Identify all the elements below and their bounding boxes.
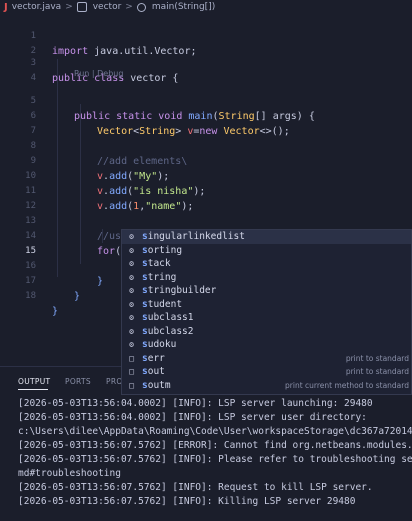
code-line: 8 //add elements\ [0, 124, 412, 167]
class-icon: ⚙ [129, 259, 134, 268]
class-icon: ⚙ [129, 272, 134, 282]
class-icon [76, 2, 87, 12]
output-line: [2026-05-03T13:56:07.5762] [INFO]: Reque… [18, 482, 373, 493]
line-number: 18 [25, 291, 36, 301]
code-line: 12 [0, 184, 412, 211]
output-line: [2026-05-03T13:56:07.5762] [INFO]: Pleas… [18, 454, 412, 465]
chevron-right-icon: > [65, 2, 73, 12]
suggestion-item[interactable]: □ sout print to standard [122, 365, 411, 379]
output-line: [2026-05-03T13:56:07.5762] [INFO]: Killi… [18, 496, 356, 507]
chevron-right-icon: > [125, 2, 133, 12]
suggestion-item[interactable]: ⚙ subclass1 [122, 311, 411, 325]
suggestion-item[interactable]: ⚙ stack [122, 257, 411, 271]
output-line: [2026-05-03T13:56:04.0002] [INFO]: LSP s… [18, 398, 373, 409]
class-icon: ⚙ [129, 340, 134, 349]
suggestion-item[interactable]: □ serr print to standard [122, 352, 411, 366]
code-line: 11 v.add(1,"name"); [0, 169, 412, 212]
code-line: 7 [0, 109, 412, 136]
suggestion-item[interactable]: ⚙ string [122, 271, 411, 285]
class-icon: ⚙ [129, 232, 134, 241]
codelens-run-debug[interactable]: Run | Debug [74, 69, 123, 78]
suggestion-item[interactable]: ⚙ stringbuilder [122, 284, 411, 298]
suggestion-item[interactable]: ⚙ singularlinkedlist [122, 230, 411, 244]
suggestion-item[interactable]: ⚙ sorting [122, 244, 411, 258]
output-line: md#troubleshooting [18, 468, 121, 479]
code-line: 10 v.add("is nisha"); [0, 154, 412, 197]
breadcrumb-method[interactable]: main(String[]) [152, 2, 215, 12]
breadcrumb-file[interactable]: vector.java [12, 2, 61, 12]
output-line: c:\Users\dilee\AppData\Roaming\Code\User… [18, 426, 412, 437]
output-line: [2026-05-03T13:56:04.0002] [INFO]: LSP s… [18, 412, 367, 423]
code-line: 4 [0, 56, 412, 83]
suggestion-item[interactable]: □ soutm print current method to standard [122, 379, 411, 393]
suggestion-item[interactable]: ⚙ student [122, 298, 411, 312]
method-icon [136, 2, 146, 12]
active-tab-indicator [18, 389, 48, 390]
code-line: 5 public static void main(String[] args)… [0, 79, 412, 122]
autocomplete-popup[interactable]: ⚙ singularlinkedlist ⚙ sorting ⚙ stack ⚙… [121, 229, 412, 395]
breadcrumb-class[interactable]: vector [93, 2, 122, 12]
code-line: 9 v.add("My"); [0, 139, 412, 182]
class-icon: ⚙ [129, 299, 134, 309]
class-icon: ⚙ [129, 313, 134, 322]
class-icon: ⚙ [129, 245, 134, 255]
code-line: 14 for(int i=0;i<v.size();i++){ [0, 214, 412, 257]
code-line: 1 import java.util.Vector; [0, 14, 412, 57]
code-line: 13 //using get method [0, 199, 412, 242]
snippet-icon: □ [129, 367, 134, 376]
code-line: 6 Vector<String> v=new Vector<>(); [0, 94, 412, 137]
code-line: 3 public class vector { [0, 41, 412, 84]
class-icon: ⚙ [129, 286, 134, 295]
breadcrumb: J vector.java > vector > main(String[]) [0, 0, 412, 14]
tab-output[interactable]: OUTPUT [18, 377, 50, 386]
suggestion-item[interactable]: ⚙ sudoku [122, 338, 411, 352]
class-icon: ⚙ [129, 326, 134, 336]
output-line: [2026-05-03T13:56:07.5762] [ERROR]: Cann… [18, 440, 412, 451]
java-file-icon: J [4, 1, 8, 13]
snippet-icon: □ [129, 353, 134, 363]
snippet-icon: □ [129, 380, 134, 390]
tab-ports[interactable]: PORTS [65, 377, 91, 386]
suggestion-item[interactable]: ⚙ subclass2 [122, 325, 411, 339]
